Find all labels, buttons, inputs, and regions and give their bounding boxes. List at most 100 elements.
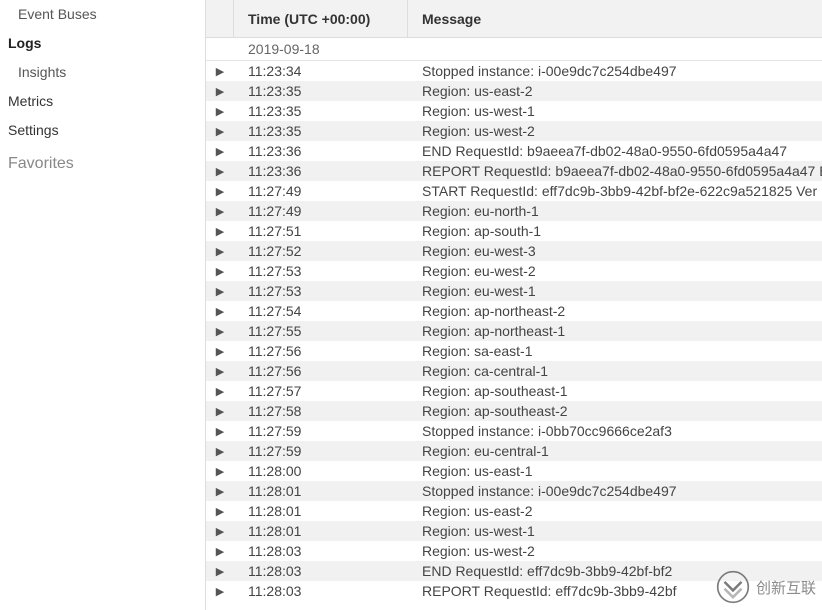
log-row[interactable]: ▶11:23:36REPORT RequestId: b9aeea7f-db02…	[206, 161, 822, 181]
log-date-row: 2019-09-18	[206, 38, 822, 61]
log-time: 11:28:03	[234, 583, 408, 599]
log-row[interactable]: ▶11:28:01Region: us-east-2	[206, 501, 822, 521]
log-table-header: Time (UTC +00:00) Message	[206, 0, 822, 38]
log-message: Region: us-west-2	[408, 543, 822, 559]
log-time: 11:23:34	[234, 63, 408, 79]
expand-icon[interactable]: ▶	[206, 485, 234, 498]
expand-icon[interactable]: ▶	[206, 445, 234, 458]
log-time: 11:23:35	[234, 123, 408, 139]
log-message: Region: eu-west-3	[408, 243, 822, 259]
log-time: 11:27:56	[234, 343, 408, 359]
log-row[interactable]: ▶11:23:34Stopped instance: i-00e9dc7c254…	[206, 61, 822, 81]
log-message: Stopped instance: i-00e9dc7c254dbe497	[408, 483, 822, 499]
log-row[interactable]: ▶11:27:49START RequestId: eff7dc9b-3bb9-…	[206, 181, 822, 201]
header-time[interactable]: Time (UTC +00:00)	[234, 0, 408, 37]
expand-icon[interactable]: ▶	[206, 205, 234, 218]
log-message: END RequestId: eff7dc9b-3bb9-42bf-bf2	[408, 563, 822, 579]
expand-icon[interactable]: ▶	[206, 325, 234, 338]
expand-icon[interactable]: ▶	[206, 385, 234, 398]
expand-icon[interactable]: ▶	[206, 265, 234, 278]
log-time: 11:27:54	[234, 303, 408, 319]
header-message[interactable]: Message	[408, 0, 822, 37]
log-message: Region: eu-west-2	[408, 263, 822, 279]
log-row[interactable]: ▶11:27:57Region: ap-southeast-1	[206, 381, 822, 401]
sidebar-item-insights[interactable]: Insights	[8, 58, 197, 87]
log-message: Region: ap-south-1	[408, 223, 822, 239]
log-time: 11:28:00	[234, 463, 408, 479]
expand-icon[interactable]: ▶	[206, 245, 234, 258]
log-message: Region: sa-east-1	[408, 343, 822, 359]
log-message: START RequestId: eff7dc9b-3bb9-42bf-bf2e…	[408, 183, 822, 199]
sidebar: Event BusesLogsInsightsMetricsSettings F…	[0, 0, 205, 610]
log-row[interactable]: ▶11:28:03REPORT RequestId: eff7dc9b-3bb9…	[206, 581, 822, 601]
log-time: 11:27:59	[234, 423, 408, 439]
log-row[interactable]: ▶11:28:03Region: us-west-2	[206, 541, 822, 561]
log-message: Region: ap-northeast-2	[408, 303, 822, 319]
log-row[interactable]: ▶11:27:51Region: ap-south-1	[206, 221, 822, 241]
sidebar-item-metrics[interactable]: Metrics	[8, 87, 197, 116]
log-message: END RequestId: b9aeea7f-db02-48a0-9550-6…	[408, 143, 822, 159]
log-row[interactable]: ▶11:28:03END RequestId: eff7dc9b-3bb9-42…	[206, 561, 822, 581]
log-time: 11:27:49	[234, 203, 408, 219]
log-message: Region: eu-central-1	[408, 443, 822, 459]
expand-icon[interactable]: ▶	[206, 225, 234, 238]
log-row[interactable]: ▶11:28:00Region: us-east-1	[206, 461, 822, 481]
log-row[interactable]: ▶11:27:52Region: eu-west-3	[206, 241, 822, 261]
log-row[interactable]: ▶11:27:53Region: eu-west-2	[206, 261, 822, 281]
log-row[interactable]: ▶11:23:36END RequestId: b9aeea7f-db02-48…	[206, 141, 822, 161]
log-message: Region: ap-southeast-2	[408, 403, 822, 419]
expand-icon[interactable]: ▶	[206, 465, 234, 478]
log-message: Region: ap-southeast-1	[408, 383, 822, 399]
log-row[interactable]: ▶11:27:55Region: ap-northeast-1	[206, 321, 822, 341]
log-row[interactable]: ▶11:27:56Region: ca-central-1	[206, 361, 822, 381]
log-row[interactable]: ▶11:27:59Region: eu-central-1	[206, 441, 822, 461]
expand-icon[interactable]: ▶	[206, 505, 234, 518]
expand-icon[interactable]: ▶	[206, 85, 234, 98]
expand-icon[interactable]: ▶	[206, 365, 234, 378]
log-time: 11:27:49	[234, 183, 408, 199]
favorites-heading: Favorites	[8, 145, 197, 177]
expand-icon[interactable]: ▶	[206, 345, 234, 358]
log-message: REPORT RequestId: eff7dc9b-3bb9-42bf	[408, 583, 822, 599]
log-row[interactable]: ▶11:27:56Region: sa-east-1	[206, 341, 822, 361]
expand-icon[interactable]: ▶	[206, 585, 234, 598]
sidebar-item-settings[interactable]: Settings	[8, 116, 197, 145]
log-time: 11:27:53	[234, 283, 408, 299]
log-row[interactable]: ▶11:27:59Stopped instance: i-0bb70cc9666…	[206, 421, 822, 441]
expand-icon[interactable]: ▶	[206, 305, 234, 318]
log-row[interactable]: ▶11:27:54Region: ap-northeast-2	[206, 301, 822, 321]
log-message: Region: us-east-2	[408, 83, 822, 99]
log-message: Region: ca-central-1	[408, 363, 822, 379]
sidebar-item-event-buses[interactable]: Event Buses	[8, 0, 197, 29]
log-row[interactable]: ▶11:27:49Region: eu-north-1	[206, 201, 822, 221]
log-time: 11:23:35	[234, 103, 408, 119]
log-time: 11:28:01	[234, 483, 408, 499]
sidebar-item-logs[interactable]: Logs	[8, 29, 197, 58]
expand-icon[interactable]: ▶	[206, 545, 234, 558]
log-row[interactable]: ▶11:28:01Region: us-west-1	[206, 521, 822, 541]
expand-icon[interactable]: ▶	[206, 285, 234, 298]
log-message: Stopped instance: i-0bb70cc9666ce2af3	[408, 423, 822, 439]
log-row[interactable]: ▶11:27:53Region: eu-west-1	[206, 281, 822, 301]
log-list: ▶11:23:34Stopped instance: i-00e9dc7c254…	[206, 61, 822, 601]
expand-icon[interactable]: ▶	[206, 525, 234, 538]
expand-icon[interactable]: ▶	[206, 125, 234, 138]
log-row[interactable]: ▶11:23:35Region: us-east-2	[206, 81, 822, 101]
log-message: Stopped instance: i-00e9dc7c254dbe497	[408, 63, 822, 79]
log-row[interactable]: ▶11:23:35Region: us-west-2	[206, 121, 822, 141]
log-row[interactable]: ▶11:27:58Region: ap-southeast-2	[206, 401, 822, 421]
expand-icon[interactable]: ▶	[206, 425, 234, 438]
log-time: 11:28:01	[234, 503, 408, 519]
expand-icon[interactable]: ▶	[206, 65, 234, 78]
expand-icon[interactable]: ▶	[206, 105, 234, 118]
log-time: 11:27:58	[234, 403, 408, 419]
expand-icon[interactable]: ▶	[206, 185, 234, 198]
expand-icon[interactable]: ▶	[206, 405, 234, 418]
log-time: 11:27:51	[234, 223, 408, 239]
expand-icon[interactable]: ▶	[206, 165, 234, 178]
log-row[interactable]: ▶11:28:01Stopped instance: i-00e9dc7c254…	[206, 481, 822, 501]
expand-icon[interactable]: ▶	[206, 145, 234, 158]
expand-icon[interactable]: ▶	[206, 565, 234, 578]
log-message: Region: us-west-1	[408, 523, 822, 539]
log-row[interactable]: ▶11:23:35Region: us-west-1	[206, 101, 822, 121]
